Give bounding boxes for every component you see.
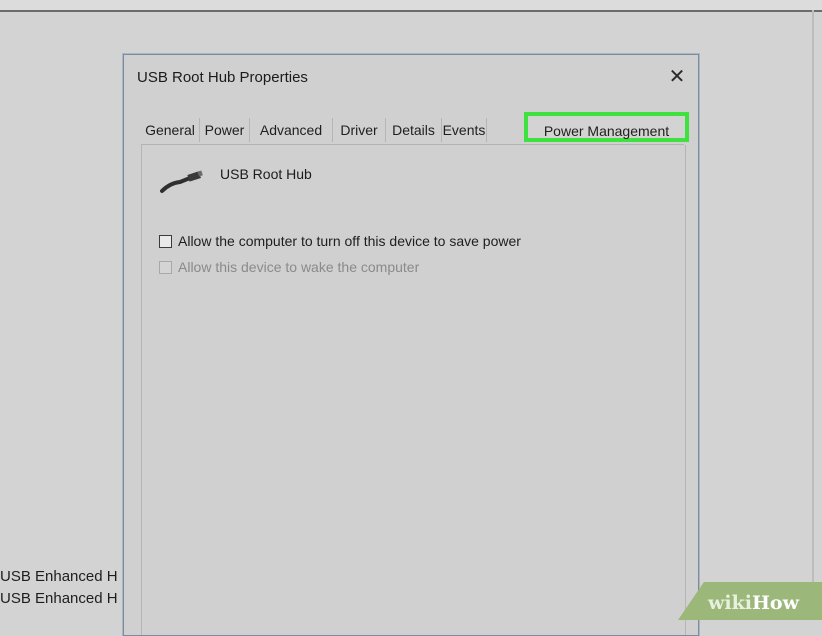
tab-strip: General Power Advanced Driver Details Ev… bbox=[141, 112, 691, 144]
wikihow-logo: wikiHow bbox=[678, 582, 822, 620]
tab-advanced[interactable]: Advanced bbox=[250, 118, 333, 142]
allow-wake-checkbox: Allow this device to wake the computer bbox=[159, 259, 419, 275]
properties-dialog: USB Root Hub Properties ✕ General Power … bbox=[123, 54, 699, 636]
dialog-titlebar: USB Root Hub Properties ✕ bbox=[124, 55, 698, 101]
dialog-title: USB Root Hub Properties bbox=[137, 69, 308, 86]
tab-panel bbox=[141, 145, 686, 635]
checkbox-box[interactable] bbox=[159, 234, 172, 248]
top-window-edge bbox=[0, 0, 822, 12]
checkbox-label: Allow the computer to turn off this devi… bbox=[178, 233, 521, 249]
tab-details[interactable]: Details bbox=[386, 118, 442, 142]
tab-driver[interactable]: Driver bbox=[333, 118, 386, 142]
tab-power[interactable]: Power bbox=[200, 118, 250, 142]
usb-cable-icon bbox=[160, 168, 204, 199]
tab-events[interactable]: Events bbox=[442, 118, 487, 142]
logo-text: wikiHow bbox=[708, 592, 799, 614]
checkbox-label: Allow this device to wake the computer bbox=[178, 259, 420, 275]
list-item[interactable]: USB Enhanced H bbox=[0, 590, 123, 607]
right-window-edge bbox=[812, 10, 814, 620]
device-name: USB Root Hub bbox=[220, 166, 312, 182]
tab-general[interactable]: General bbox=[141, 118, 200, 142]
close-icon[interactable]: ✕ bbox=[665, 65, 689, 89]
list-item[interactable]: USB Enhanced H bbox=[0, 568, 123, 585]
checkbox-box bbox=[159, 260, 172, 274]
logo-how: How bbox=[751, 592, 799, 614]
tab-power-management[interactable]: Power Management bbox=[524, 112, 689, 142]
allow-turn-off-checkbox[interactable]: Allow the computer to turn off this devi… bbox=[159, 233, 521, 249]
logo-wiki: wiki bbox=[708, 592, 752, 614]
